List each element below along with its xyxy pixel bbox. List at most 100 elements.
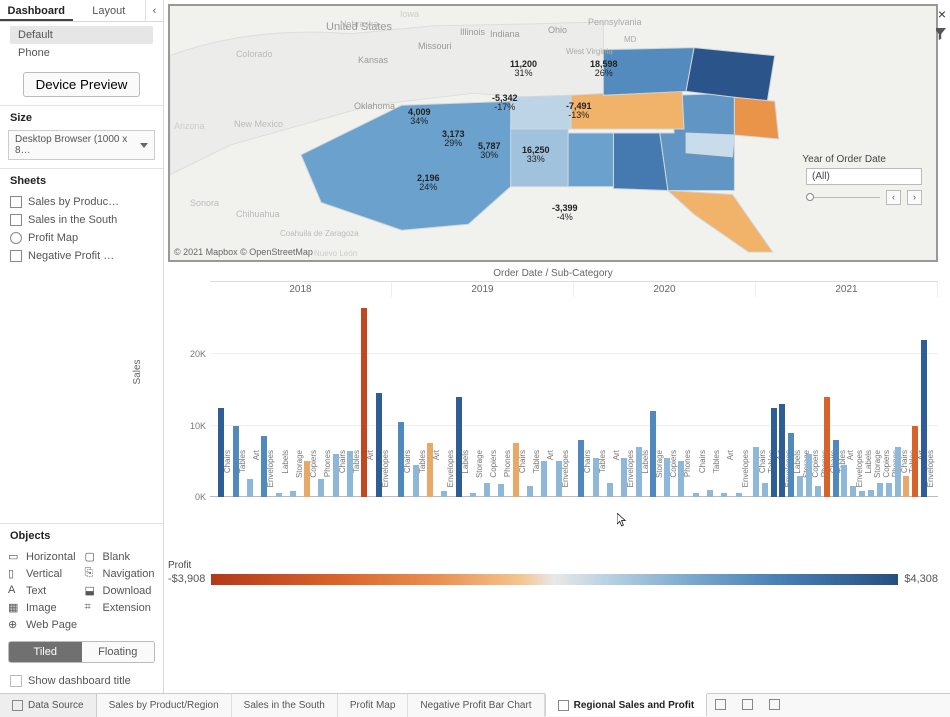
new-story-icon[interactable] <box>761 699 788 713</box>
tab-layout[interactable]: Layout <box>73 0 146 21</box>
object-web-page[interactable]: ⊕Web Page <box>8 618 79 631</box>
category-label: Tables <box>532 450 541 500</box>
bottom-tab[interactable]: Regional Sales and Profit <box>545 693 708 716</box>
datasource-tab[interactable]: Data Source <box>0 694 97 717</box>
category-label: Envelopes <box>446 450 455 500</box>
object-blank[interactable]: ▢Blank <box>85 550 156 563</box>
object-download[interactable]: ⬓Download <box>85 584 156 597</box>
category-label: Art <box>546 450 555 500</box>
category-label: Labels <box>461 450 470 500</box>
sheet-item[interactable]: Sales by Produc… <box>4 193 159 211</box>
objects-header: Objects <box>0 523 163 546</box>
next-icon[interactable]: › <box>907 190 922 205</box>
new-dashboard-icon[interactable] <box>734 699 761 713</box>
category-label: Chairs <box>223 450 232 500</box>
layout-mode-toggle[interactable]: Tiled Floating <box>8 641 155 663</box>
chevron-down-icon <box>140 143 148 148</box>
category-label: Chairs <box>583 450 592 500</box>
object-icon: ▭ <box>8 550 21 563</box>
dashboard-canvas: × United States Missouri K <box>164 0 950 693</box>
category-label: Envelopes <box>741 450 750 500</box>
collapse-sidebar-icon[interactable]: ‹ <box>145 0 163 21</box>
category-label: Art <box>726 450 735 500</box>
device-default[interactable]: Default <box>10 26 153 44</box>
category-label: Phones <box>683 450 692 500</box>
sheet-icon <box>10 232 22 244</box>
tab-dashboard[interactable]: Dashboard <box>0 0 73 21</box>
category-label: Art <box>366 450 375 500</box>
sheet-item[interactable]: Negative Profit … <box>4 247 159 265</box>
category-label: Chairs <box>518 450 527 500</box>
object-extension[interactable]: ⌗Extension <box>85 601 156 614</box>
sheet-icon <box>10 250 22 262</box>
legend-title: Profit <box>168 560 938 571</box>
state-value: 11,20031% <box>510 60 537 79</box>
object-icon: ▯ <box>8 567 21 580</box>
category-label: Chairs <box>338 450 347 500</box>
legend-min: -$3,908 <box>168 573 205 585</box>
category-label: Art <box>252 450 261 500</box>
category-label: Phones <box>503 450 512 500</box>
category-label: Envelopes <box>626 450 635 500</box>
dashboard-icon <box>558 700 569 711</box>
year-header: 2019 <box>392 281 574 297</box>
category-label: Labels <box>641 450 650 500</box>
tiled-button[interactable]: Tiled <box>9 642 82 662</box>
bottom-tab[interactable]: Profit Map <box>338 694 409 717</box>
category-label: Envelopes <box>926 450 935 500</box>
object-text[interactable]: AText <box>8 584 79 597</box>
object-icon: ▦ <box>8 601 21 614</box>
prev-icon[interactable]: ‹ <box>886 190 901 205</box>
object-vertical[interactable]: ▯Vertical <box>8 567 79 580</box>
object-image[interactable]: ▦Image <box>8 601 79 614</box>
state-value: 18,59826% <box>590 60 618 79</box>
object-icon: A <box>8 584 21 597</box>
category-label: Chairs <box>403 450 412 500</box>
state-value: -3,399-4% <box>552 204 578 223</box>
profit-legend: Profit -$3,908 $4,308 <box>168 560 938 585</box>
sheet-item[interactable]: Sales in the South <box>4 211 159 229</box>
state-value: 16,25033% <box>522 146 550 165</box>
y-axis-label: Sales <box>132 359 143 384</box>
bottom-tab-bar: Data Source Sales by Product/RegionSales… <box>0 693 950 717</box>
filter-slider[interactable]: ‹ › <box>806 190 922 205</box>
object-icon: ⊕ <box>8 618 21 631</box>
show-title-checkbox[interactable]: Show dashboard title <box>0 669 163 693</box>
category-label: Chairs <box>698 450 707 500</box>
sheet-icon <box>10 196 22 208</box>
object-navigation[interactable]: ⎘Navigation <box>85 567 156 580</box>
sheet-item[interactable]: Profit Map <box>4 229 159 247</box>
dashboard-sidebar: Dashboard Layout ‹ Default Phone Device … <box>0 0 164 693</box>
sheet-icon <box>10 214 22 226</box>
floating-button[interactable]: Floating <box>82 642 155 662</box>
bottom-tab[interactable]: Sales in the South <box>232 694 338 717</box>
state-value: 3,17329% <box>442 130 465 149</box>
device-preview-button[interactable]: Device Preview <box>23 72 141 97</box>
state-value: 5,78730% <box>478 142 501 161</box>
object-icon: ▢ <box>85 550 98 563</box>
category-label: Tables <box>418 450 427 500</box>
category-label: Envelopes <box>381 450 390 500</box>
category-label: Envelopes <box>561 450 570 500</box>
category-label: Copiers <box>309 450 318 500</box>
filter-title: Year of Order Date <box>802 154 886 165</box>
year-header: 2021 <box>756 281 938 297</box>
filter-value[interactable]: (All) <box>806 168 922 185</box>
bottom-tab[interactable]: Sales by Product/Region <box>97 694 232 717</box>
object-icon: ⎘ <box>85 567 98 580</box>
category-label: Storage <box>295 450 304 500</box>
object-horizontal[interactable]: ▭Horizontal <box>8 550 79 563</box>
slider-handle[interactable] <box>806 193 814 201</box>
bottom-tab[interactable]: Negative Profit Bar Chart <box>408 694 544 717</box>
year-header: 2020 <box>574 281 756 297</box>
close-icon[interactable]: × <box>938 6 946 22</box>
device-phone[interactable]: Phone <box>10 44 153 62</box>
size-select[interactable]: Desktop Browser (1000 x 8… <box>8 130 155 160</box>
bar-chart: Order Date / Sub-Category 20182019202020… <box>168 268 938 568</box>
map-container[interactable]: × United States Missouri K <box>168 4 938 262</box>
new-worksheet-icon[interactable] <box>707 699 734 713</box>
state-value: -5,342-17% <box>492 94 518 113</box>
category-label: Storage <box>655 450 664 500</box>
category-label: Storage <box>475 450 484 500</box>
checkbox-icon <box>10 675 22 687</box>
